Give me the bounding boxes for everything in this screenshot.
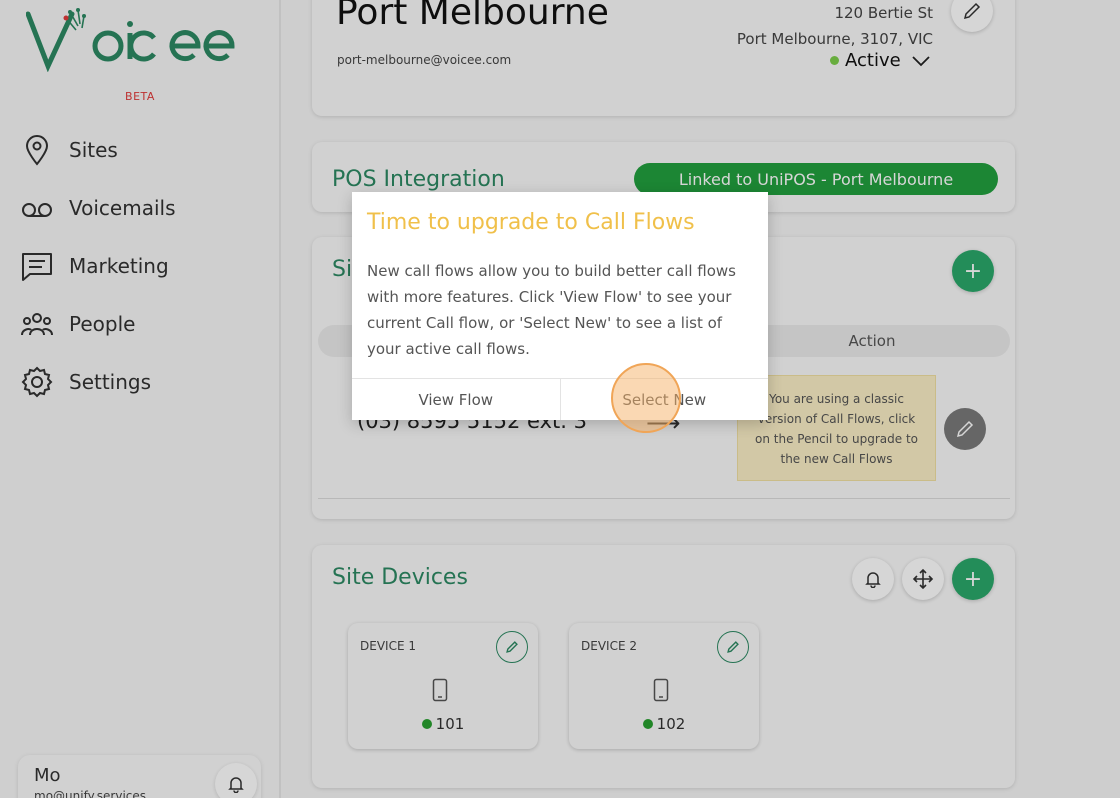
upgrade-modal: Time to upgrade to Call Flows New call f… [352, 192, 768, 420]
modal-title: Time to upgrade to Call Flows [367, 210, 695, 235]
modal-body: New call flows allow you to build better… [367, 262, 736, 358]
click-indicator [611, 363, 681, 433]
modal-footer: View Flow Select New [352, 378, 768, 420]
view-flow-button[interactable]: View Flow [352, 379, 561, 420]
